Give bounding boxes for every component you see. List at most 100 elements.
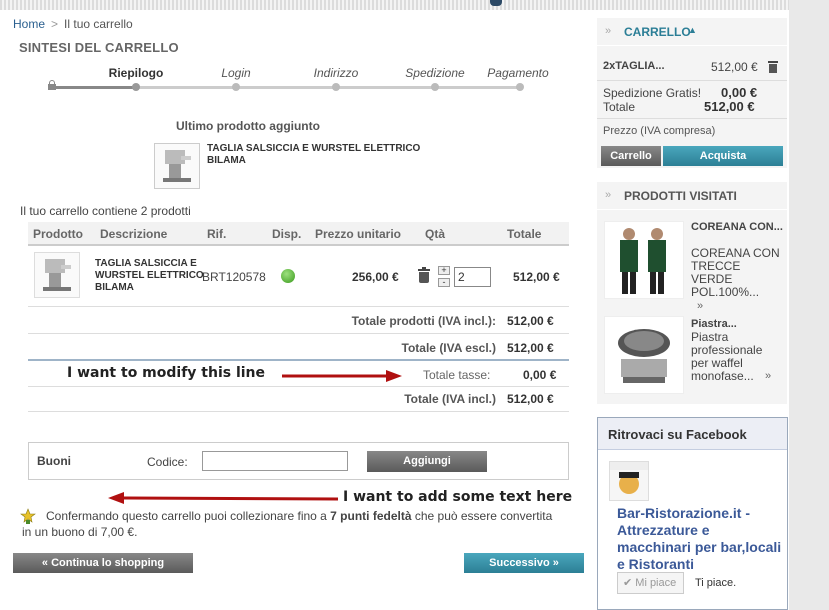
- qty-input[interactable]: 2: [454, 267, 491, 287]
- voucher-code-input[interactable]: [202, 451, 348, 471]
- row-divider: [28, 411, 569, 412]
- step-dot: [332, 83, 340, 91]
- breadcrumb-separator: >: [51, 17, 59, 31]
- step-dot: [516, 83, 524, 91]
- sidebar-shipping-value: 0,00 €: [721, 85, 758, 100]
- col-ref: Rif.: [207, 227, 227, 241]
- loyalty-text-pre: Confermando questo carrello puoi collezi…: [46, 509, 331, 523]
- visited-product-image[interactable]: [604, 316, 684, 394]
- facebook-title: Ritrovaci su Facebook: [608, 427, 747, 442]
- breadcrumb-home-link[interactable]: Home: [13, 17, 45, 31]
- step-riepilogo: Riepilogo: [108, 66, 164, 80]
- step-pagamento: Pagamento: [487, 66, 549, 80]
- product-description[interactable]: TAGLIA SALSICCIA E WURSTEL ELETTRICO BIL…: [95, 258, 205, 294]
- last-added-title: Ultimo prodotto aggiunto: [176, 119, 320, 133]
- qty-increase-button[interactable]: +: [438, 266, 450, 275]
- breadcrumb-current: Il tuo carrello: [64, 17, 133, 31]
- product-image[interactable]: [34, 252, 80, 298]
- total-tax-value: 0,00 €: [523, 368, 557, 382]
- row-total: 512,00 €: [513, 270, 560, 284]
- lock-icon: [48, 80, 56, 90]
- total-tax-label: Totale tasse:: [423, 368, 491, 382]
- sidebar-shipping-label: Spedizione Gratis!: [603, 86, 702, 100]
- sidebar-delete-icon[interactable]: [768, 60, 778, 73]
- facebook-page-name[interactable]: Bar-Ristorazione.it - Attrezzature e mac…: [617, 505, 782, 573]
- col-availability: Disp.: [272, 227, 302, 241]
- sidebar-tax-note: Prezzo (IVA compresa): [603, 125, 716, 137]
- total-incl-label: Totale (IVA incl.): [404, 392, 496, 406]
- sidebar-checkout-button[interactable]: Acquista: [663, 146, 783, 166]
- checkout-steps: Riepilogo Login Indirizzo Spedizione Pag…: [48, 66, 549, 96]
- visited-product-image[interactable]: [604, 221, 684, 299]
- visited-product-desc: COREANA CON TRECCE VERDE POL.100%...: [691, 246, 780, 299]
- row-divider: [28, 386, 569, 387]
- next-button[interactable]: Successivo »: [464, 553, 584, 573]
- step-login: Login: [221, 66, 251, 80]
- last-added-product-name[interactable]: TAGLIA SALSICCIA E WURSTEL ELETTRICO BIL…: [207, 143, 447, 167]
- availability-icon: [281, 269, 295, 283]
- cart-count: Il tuo carrello contiene 2 prodotti: [20, 204, 191, 218]
- col-unit-price: Prezzo unitario: [315, 227, 402, 241]
- continue-shopping-button[interactable]: « Continua lo shopping: [13, 553, 193, 573]
- row-divider: [28, 359, 569, 361]
- sidebar-visited: » PRODOTTI VISITATI COREANA CON... COREA…: [597, 182, 787, 404]
- sidebar-cart: » CARRELLO ▲ 2xTAGLIA... 512,00 € Spediz…: [597, 18, 787, 168]
- col-total: Totale: [507, 227, 542, 241]
- total-excl-value: 512,00 €: [507, 341, 554, 355]
- sidebar-total-value: 512,00 €: [704, 99, 755, 114]
- facebook-like-text: Ti piace.: [695, 577, 737, 589]
- facebook-header: Ritrovaci su Facebook: [598, 418, 787, 450]
- step-dot: [132, 83, 140, 91]
- visited-product-more[interactable]: »: [765, 370, 771, 382]
- sidebar-total-label: Totale: [603, 100, 636, 114]
- sidebar-cart-header: » CARRELLO ▲: [597, 18, 787, 46]
- check-icon: ✔: [623, 577, 633, 589]
- sidebar-cart-item-price: 512,00 €: [711, 60, 758, 74]
- annotation-arrow-left: [108, 492, 339, 504]
- facebook-page-avatar[interactable]: [609, 461, 649, 501]
- last-added-product-image[interactable]: [154, 143, 200, 189]
- annotation-add-text: I want to add some text here: [343, 489, 573, 505]
- delete-icon[interactable]: [418, 267, 430, 283]
- page-right-edge: [789, 0, 829, 610]
- page-title: SINTESI DEL CARRELLO: [19, 40, 179, 55]
- annotation-arrow-right: [282, 370, 402, 382]
- total-excl-label: Totale (IVA escl.): [401, 341, 496, 355]
- breadcrumb: Home > Il tuo carrello: [13, 17, 133, 31]
- product-ref: BRT120578: [202, 270, 266, 284]
- visited-product-name[interactable]: Piastra...: [691, 318, 737, 330]
- qty-decrease-button[interactable]: -: [438, 278, 450, 287]
- double-chevron-icon: »: [605, 25, 612, 37]
- sidebar-cart-title[interactable]: CARRELLO: [624, 25, 691, 39]
- facebook-like-button[interactable]: ✔ Mi piace: [617, 572, 684, 594]
- unit-price: 256,00 €: [352, 270, 399, 284]
- visited-product-name[interactable]: COREANA CON...: [691, 221, 783, 233]
- facebook-widget: Ritrovaci su Facebook Bar-Ristorazione.i…: [597, 417, 788, 610]
- caret-up-icon[interactable]: ▲: [688, 25, 697, 35]
- row-divider: [28, 333, 569, 334]
- voucher-add-button[interactable]: Aggiungi: [367, 451, 487, 472]
- col-qty: Qtà: [425, 227, 446, 241]
- vouchers-box: Buoni Codice: Aggiungi: [28, 442, 569, 480]
- visited-product-more[interactable]: »: [697, 300, 703, 312]
- top-strip: [0, 0, 789, 10]
- step-indirizzo: Indirizzo: [313, 66, 359, 80]
- sidebar-visited-title: PRODOTTI VISITATI: [624, 189, 737, 203]
- header-icon: [490, 0, 502, 6]
- voucher-code-label: Codice:: [147, 455, 188, 469]
- step-dot: [431, 83, 439, 91]
- sidebar-cart-item-name[interactable]: 2xTAGLIA...: [603, 60, 665, 72]
- loyalty-points: 7 punti fedeltà: [330, 509, 412, 523]
- sidebar-visited-header: » PRODOTTI VISITATI: [597, 182, 787, 210]
- sidebar-cart-button[interactable]: Carrello: [601, 146, 661, 166]
- total-products-value: 512,00 €: [507, 314, 554, 328]
- double-chevron-icon: »: [605, 189, 612, 201]
- vouchers-title: Buoni: [37, 454, 71, 468]
- loyalty-message: Confermando questo carrello puoi collezi…: [22, 508, 562, 540]
- steps-track-active: [52, 86, 136, 89]
- sidebar-divider: [597, 80, 787, 81]
- annotation-modify-line: I want to modify this line: [67, 365, 266, 381]
- total-products-label: Totale prodotti (IVA incl.):: [351, 314, 496, 328]
- total-incl-value: 512,00 €: [507, 392, 554, 406]
- facebook-like-label: Mi piace: [635, 577, 677, 589]
